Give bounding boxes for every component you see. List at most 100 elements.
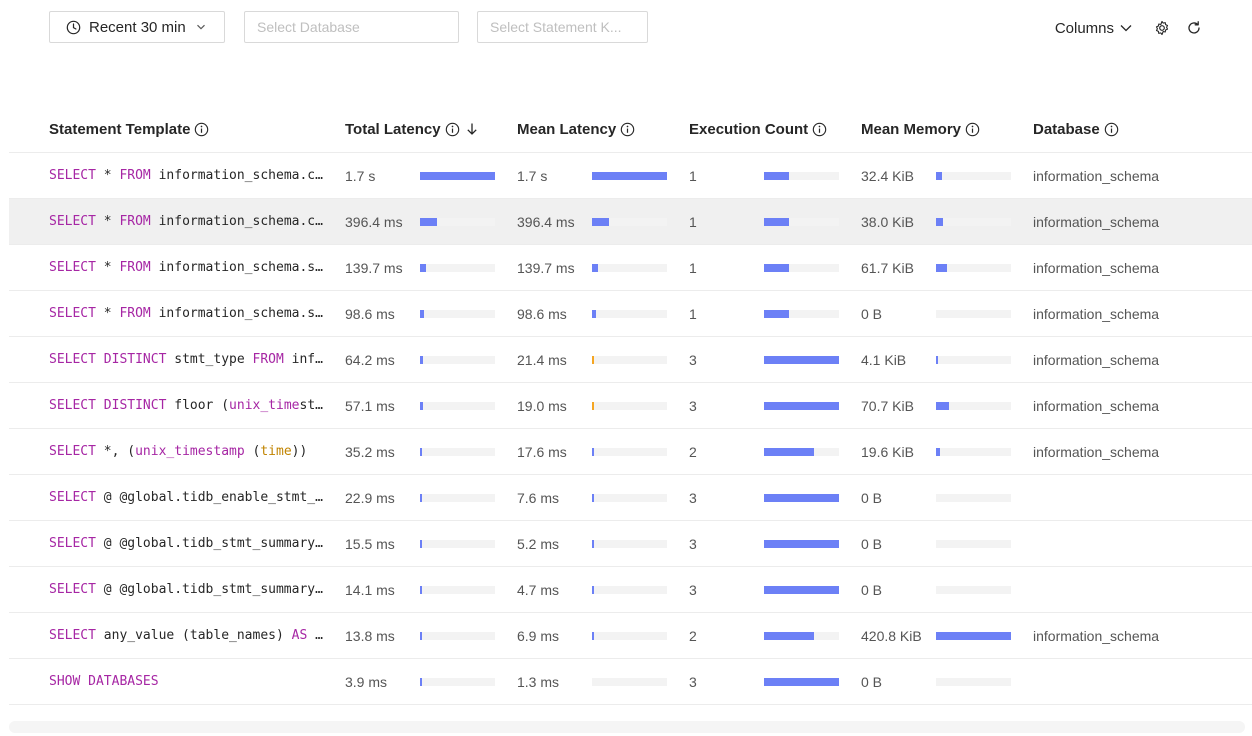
total-bar-fill — [420, 171, 495, 180]
info-icon[interactable] — [194, 122, 209, 137]
info-icon[interactable] — [1104, 122, 1119, 137]
statement-template-cell[interactable]: SELECT DISTINCT stmt_type FROM informati… — [9, 336, 345, 383]
memory-value: 61.7 KiB — [861, 259, 914, 276]
column-header-statement-template[interactable]: Statement Template — [9, 106, 345, 153]
table-row[interactable]: SELECT * FROM information_schema.stateme… — [9, 290, 1252, 337]
table-row[interactable]: SELECT DISTINCT floor (unix_timestamp 57.… — [9, 382, 1252, 429]
total-bar — [420, 309, 495, 318]
table-row[interactable]: SELECT * FROM information_schema.cluster… — [9, 198, 1252, 245]
statement-template-cell[interactable]: SELECT * FROM information_schema.cluster… — [9, 152, 345, 199]
statement-kind-select-placeholder: Select Statement K... — [490, 19, 622, 35]
info-icon[interactable] — [965, 122, 980, 137]
count-cell: 1 — [689, 152, 861, 199]
table-row[interactable]: SELECT DISTINCT stmt_type FROM informati… — [9, 336, 1252, 383]
database-value: information_schema — [1033, 443, 1160, 460]
count-bar — [764, 677, 839, 686]
statement-template-cell[interactable]: SELECT @ @global.tidb_enable_stmt_summar… — [9, 474, 345, 521]
sql-token: SHOW DATABASES — [49, 674, 159, 689]
total-cell: 139.7 ms — [345, 244, 517, 291]
info-icon[interactable] — [445, 122, 460, 137]
toolbar-actions: Columns — [1055, 11, 1212, 45]
database-value: information_schema — [1033, 167, 1160, 184]
database-value: information_schema — [1033, 351, 1160, 368]
count-bar-fill — [764, 539, 839, 548]
column-header-mean-latency[interactable]: Mean Latency — [517, 106, 689, 153]
memory-bar — [936, 263, 1011, 272]
count-bar — [764, 585, 839, 594]
statement-template-cell[interactable]: SELECT @ @global.tidb_stmt_summary_refre… — [9, 520, 345, 567]
database-cell — [1033, 520, 1252, 567]
mean-value: 19.0 ms — [517, 397, 567, 414]
count-value: 1 — [689, 305, 697, 322]
table-row[interactable]: SELECT @ @global.tidb_stmt_summary_histo… — [9, 566, 1252, 613]
statement-template-cell[interactable]: SELECT * FROM information_schema.cluster… — [9, 198, 345, 245]
mean-cell-content: 4.7 ms — [517, 582, 689, 598]
count-value: 3 — [689, 351, 697, 368]
total-value: 22.9 ms — [345, 489, 395, 506]
horizontal-scrollbar[interactable] — [9, 721, 1245, 733]
count-cell-content: 3 — [689, 490, 861, 506]
table-row[interactable]: SHOW DATABASES 3.9 ms 1.3 ms 3 0 B — [9, 658, 1252, 705]
mean-bar — [592, 309, 667, 318]
column-header-execution-count[interactable]: Execution Count — [689, 106, 861, 153]
mean-bar — [592, 677, 667, 686]
refresh-icon[interactable] — [1186, 20, 1202, 36]
statement-template-cell[interactable]: SELECT @ @global.tidb_stmt_summary_histo… — [9, 566, 345, 613]
total-bar-fill — [420, 263, 426, 272]
count-cell: 3 — [689, 336, 861, 383]
column-header-total-latency[interactable]: Total Latency — [345, 106, 517, 153]
database-cell: information_schema — [1033, 244, 1252, 291]
count-cell: 2 — [689, 612, 861, 659]
table-body: SELECT * FROM information_schema.cluster… — [9, 152, 1252, 705]
settings-gear-icon[interactable] — [1154, 20, 1170, 36]
count-cell: 3 — [689, 474, 861, 521]
count-bar — [764, 631, 839, 640]
statement-template-cell[interactable]: SELECT DISTINCT floor (unix_timestamp — [9, 382, 345, 429]
memory-bar — [936, 677, 1011, 686]
memory-cell-content: 70.7 KiB — [861, 398, 1033, 414]
mean-value: 21.4 ms — [517, 351, 567, 368]
memory-value: 19.6 KiB — [861, 443, 914, 460]
sort-descending-arrow-icon[interactable] — [466, 122, 478, 136]
columns-button[interactable]: Columns — [1055, 20, 1132, 37]
mean-bar-fill — [592, 539, 594, 548]
table-row[interactable]: SELECT any_value (table_names) AS tables… — [9, 612, 1252, 659]
info-icon[interactable] — [812, 122, 827, 137]
total-cell-content: 396.4 ms — [345, 214, 517, 230]
memory-bar — [936, 539, 1011, 548]
database-select[interactable]: Select Database — [244, 11, 459, 43]
database-cell — [1033, 658, 1252, 705]
mean-bar — [592, 217, 667, 226]
count-bar — [764, 401, 839, 410]
statement-template-cell[interactable]: SELECT any_value (table_names) AS tables — [9, 612, 345, 659]
mean-bar-fill — [592, 447, 594, 456]
database-cell: information_schema — [1033, 290, 1252, 337]
info-icon[interactable] — [620, 122, 635, 137]
table-row[interactable]: SELECT *, (unix_timestamp (time)) 35.2 m… — [9, 428, 1252, 475]
statement-template-cell[interactable]: SELECT * FROM information_schema.stateme… — [9, 244, 345, 291]
sql-token: AS — [291, 628, 308, 643]
time-range-picker[interactable]: Recent 30 min — [49, 11, 225, 43]
table-row[interactable]: SELECT @ @global.tidb_enable_stmt_summar… — [9, 474, 1252, 521]
sql-token: * — [95, 168, 120, 183]
sql-token: *, ( — [95, 444, 136, 459]
total-cell-content: 14.1 ms — [345, 582, 517, 598]
table-row[interactable]: SELECT * FROM information_schema.stateme… — [9, 244, 1252, 291]
statement-template-text: SELECT * FROM information_schema.cluster… — [49, 214, 323, 229]
statement-template-cell[interactable]: SELECT *, (unix_timestamp (time)) — [9, 428, 345, 475]
table-row[interactable]: SELECT * FROM information_schema.cluster… — [9, 152, 1252, 199]
statement-template-cell[interactable]: SELECT * FROM information_schema.stateme… — [9, 290, 345, 337]
column-header-database[interactable]: Database — [1033, 106, 1252, 153]
column-header-mean-memory[interactable]: Mean Memory — [861, 106, 1033, 153]
memory-bar-fill — [936, 171, 942, 180]
count-cell-content: 3 — [689, 536, 861, 552]
total-cell-content: 64.2 ms — [345, 352, 517, 368]
count-cell: 1 — [689, 290, 861, 337]
total-bar-fill — [420, 447, 422, 456]
mean-bar-fill — [592, 309, 596, 318]
memory-bar — [936, 217, 1011, 226]
statement-template-cell[interactable]: SHOW DATABASES — [9, 658, 345, 705]
statement-kind-select[interactable]: Select Statement K... — [477, 11, 648, 43]
total-value: 3.9 ms — [345, 673, 388, 690]
table-row[interactable]: SELECT @ @global.tidb_stmt_summary_refre… — [9, 520, 1252, 567]
